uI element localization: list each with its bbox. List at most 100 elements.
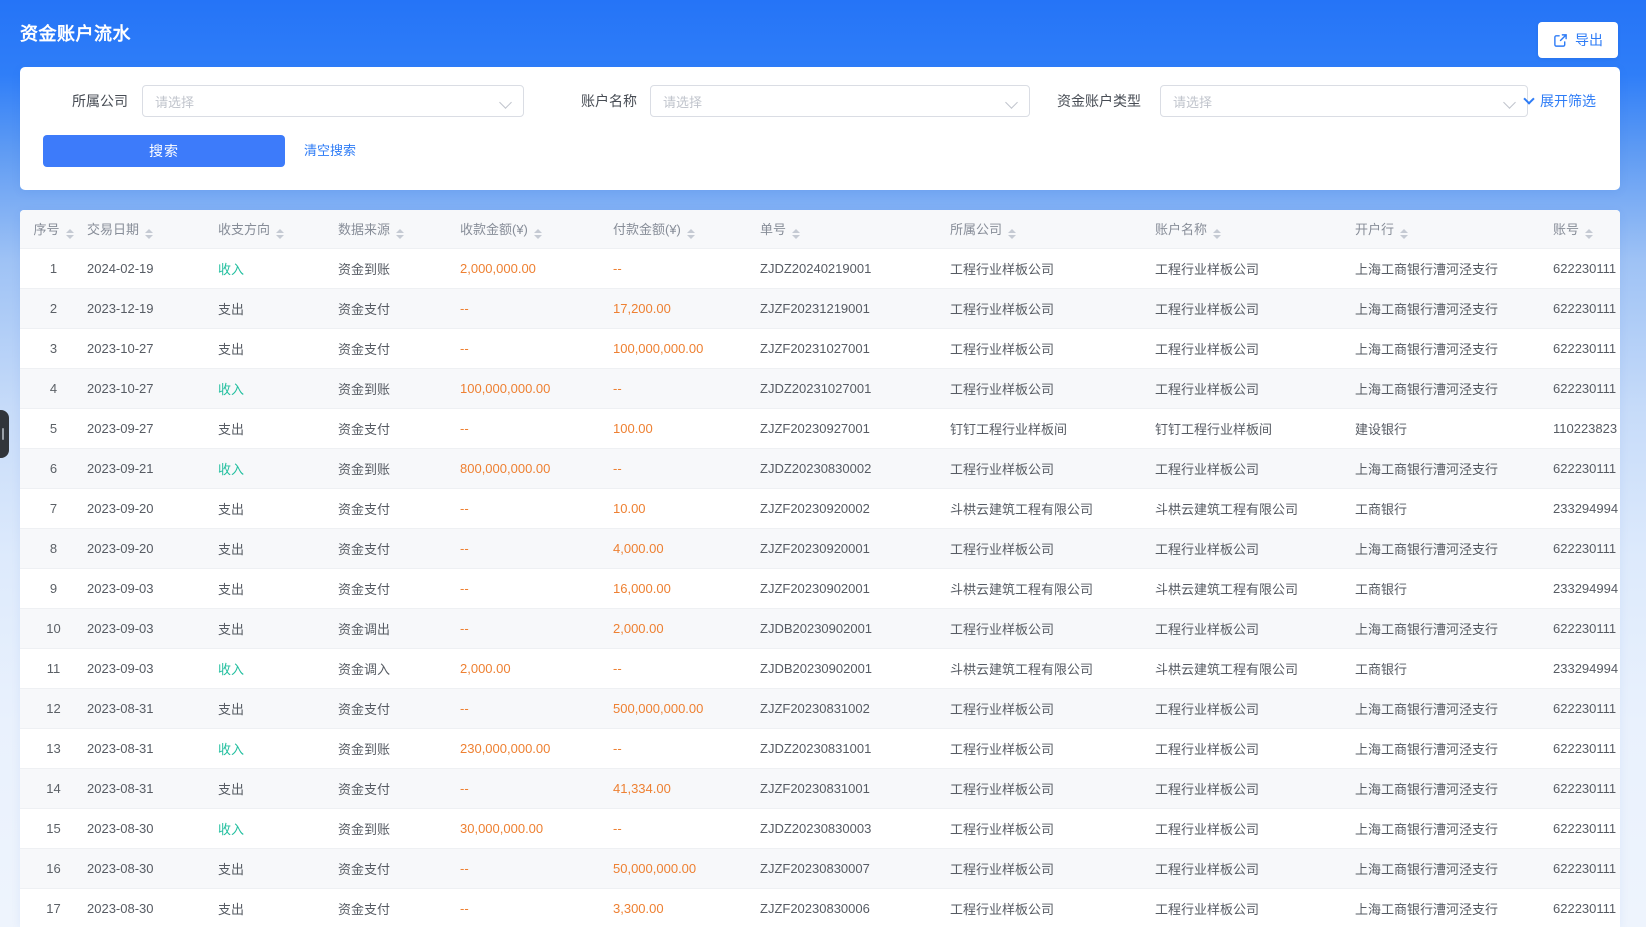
column-header[interactable]: 开户行	[1355, 210, 1553, 248]
sort-carets-icon[interactable]	[687, 229, 695, 239]
sort-carets-icon[interactable]	[1585, 229, 1593, 239]
cell-direction: 收入	[218, 368, 338, 408]
sort-carets-icon[interactable]	[66, 229, 74, 239]
cell-bank: 上海工商银行漕河泾支行	[1355, 288, 1553, 328]
column-header[interactable]: 账号	[1553, 210, 1620, 248]
column-header[interactable]: 收支方向	[218, 210, 338, 248]
cell-company: 斗栱云建筑工程有限公司	[950, 488, 1155, 528]
cell-date: 2023-09-03	[87, 568, 218, 608]
cell-company: 斗栱云建筑工程有限公司	[950, 568, 1155, 608]
sort-carets-icon[interactable]	[534, 229, 542, 239]
cell-company: 工程行业样板公司	[950, 848, 1155, 888]
column-header[interactable]: 数据来源	[338, 210, 460, 248]
sort-carets-icon[interactable]	[1400, 229, 1408, 239]
cell-amount-out: 17,200.00	[613, 288, 760, 328]
cell-amount-in: --	[460, 408, 613, 448]
cell-account-name: 工程行业样板公司	[1155, 528, 1355, 568]
cell-date: 2023-10-27	[87, 368, 218, 408]
cell-account-name: 工程行业样板公司	[1155, 248, 1355, 288]
flow-table: 序号交易日期收支方向数据来源收款金额(¥)付款金额(¥)单号所属公司账户名称开户…	[20, 210, 1620, 927]
cell-account-number: 110223823	[1553, 408, 1620, 448]
sort-carets-icon[interactable]	[1008, 229, 1016, 239]
cell-source: 资金支付	[338, 848, 460, 888]
column-header[interactable]: 账户名称	[1155, 210, 1355, 248]
cell-direction: 支出	[218, 688, 338, 728]
cell-amount-in: --	[460, 848, 613, 888]
expand-filters-link[interactable]: 展开筛选	[1525, 85, 1596, 117]
column-header[interactable]: 单号	[760, 210, 950, 248]
search-button[interactable]: 搜索	[43, 135, 285, 167]
cell-amount-out: 41,334.00	[613, 768, 760, 808]
clear-search-link[interactable]: 清空搜索	[304, 135, 356, 167]
table-header-row: 序号交易日期收支方向数据来源收款金额(¥)付款金额(¥)单号所属公司账户名称开户…	[20, 210, 1620, 248]
sort-carets-icon[interactable]	[145, 229, 153, 239]
cell-bank: 上海工商银行漕河泾支行	[1355, 448, 1553, 488]
export-button[interactable]: 导出	[1538, 22, 1618, 58]
sort-carets-icon[interactable]	[396, 229, 404, 239]
cell-direction: 支出	[218, 768, 338, 808]
cell-source: 资金支付	[338, 888, 460, 927]
company-select[interactable]: 请选择	[142, 85, 524, 117]
cell-source: 资金支付	[338, 288, 460, 328]
column-header[interactable]: 付款金额(¥)	[613, 210, 760, 248]
account-name-select[interactable]: 请选择	[650, 85, 1030, 117]
table-row: 1 2024-02-19 收入 资金到账 2,000,000.00 -- ZJD…	[20, 248, 1620, 288]
column-header[interactable]: 交易日期	[87, 210, 218, 248]
cell-date: 2023-10-27	[87, 328, 218, 368]
sort-carets-icon[interactable]	[276, 229, 284, 239]
cell-amount-out: 10.00	[613, 488, 760, 528]
cell-source: 资金支付	[338, 528, 460, 568]
cell-amount-out: --	[613, 368, 760, 408]
cell-source: 资金到账	[338, 368, 460, 408]
cell-direction: 支出	[218, 608, 338, 648]
cell-amount-in: --	[460, 768, 613, 808]
cell-account-name: 工程行业样板公司	[1155, 888, 1355, 927]
sort-carets-icon[interactable]	[792, 229, 800, 239]
cell-index: 8	[20, 528, 87, 568]
cell-source: 资金到账	[338, 808, 460, 848]
cell-index: 4	[20, 368, 87, 408]
cell-date: 2023-09-20	[87, 528, 218, 568]
export-label: 导出	[1575, 30, 1603, 50]
cell-order-number: ZJZF20231027001	[760, 328, 950, 368]
column-header-label: 交易日期	[87, 222, 139, 237]
cell-amount-in: --	[460, 528, 613, 568]
cell-source: 资金到账	[338, 448, 460, 488]
sort-carets-icon[interactable]	[1213, 229, 1221, 239]
table-row: 14 2023-08-31 支出 资金支付 -- 41,334.00 ZJZF2…	[20, 768, 1620, 808]
cell-date: 2023-09-20	[87, 488, 218, 528]
chevron-down-icon	[499, 96, 512, 109]
cell-company: 工程行业样板公司	[950, 768, 1155, 808]
column-header[interactable]: 所属公司	[950, 210, 1155, 248]
cell-account-number: 622230111	[1553, 328, 1620, 368]
cell-amount-in: 2,000,000.00	[460, 248, 613, 288]
cell-order-number: ZJZF20230831001	[760, 768, 950, 808]
cell-amount-out: 100,000,000.00	[613, 328, 760, 368]
cell-date: 2023-09-27	[87, 408, 218, 448]
cell-order-number: ZJZF20230927001	[760, 408, 950, 448]
column-header-label: 开户行	[1355, 222, 1394, 237]
table-row: 2 2023-12-19 支出 资金支付 -- 17,200.00 ZJZF20…	[20, 288, 1620, 328]
cell-index: 2	[20, 288, 87, 328]
cell-account-number: 622230111	[1553, 728, 1620, 768]
chevron-down-icon	[1503, 96, 1516, 109]
cell-bank: 工商银行	[1355, 568, 1553, 608]
cell-order-number: ZJZF20230830007	[760, 848, 950, 888]
cell-direction: 支出	[218, 488, 338, 528]
cell-amount-in: --	[460, 488, 613, 528]
cell-company: 工程行业样板公司	[950, 888, 1155, 927]
cell-bank: 上海工商银行漕河泾支行	[1355, 768, 1553, 808]
cell-amount-out: --	[613, 448, 760, 488]
account-type-select[interactable]: 请选择	[1160, 85, 1528, 117]
column-header-label: 收支方向	[218, 222, 270, 237]
cell-order-number: ZJDZ20230831001	[760, 728, 950, 768]
column-header[interactable]: 收款金额(¥)	[460, 210, 613, 248]
cell-index: 13	[20, 728, 87, 768]
cell-source: 资金支付	[338, 328, 460, 368]
cell-date: 2023-09-03	[87, 648, 218, 688]
cell-direction: 支出	[218, 528, 338, 568]
cell-direction: 支出	[218, 328, 338, 368]
collapsed-drawer-handle[interactable]	[0, 410, 9, 458]
table-row: 13 2023-08-31 收入 资金到账 230,000,000.00 -- …	[20, 728, 1620, 768]
cell-order-number: ZJZF20230830006	[760, 888, 950, 927]
